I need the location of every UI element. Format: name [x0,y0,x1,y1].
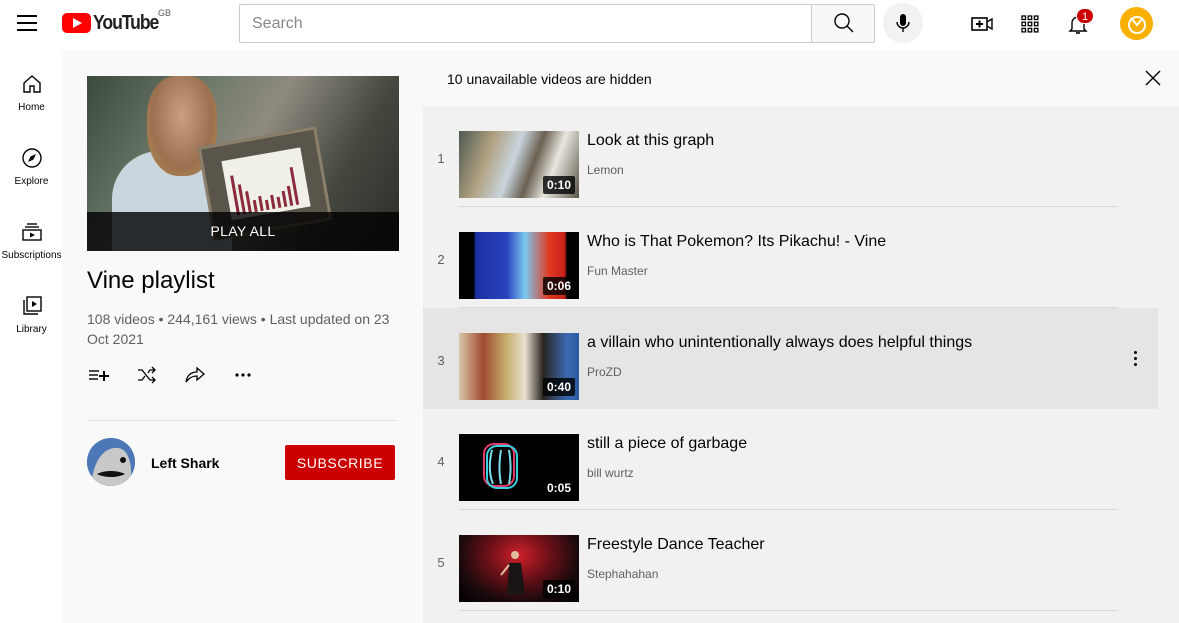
share-icon [185,366,205,383]
avatar-logo-icon [1127,15,1146,34]
video-thumbnail[interactable]: 0:06 [459,232,579,299]
create-video-button[interactable] [965,7,999,41]
guide-item-subscriptions[interactable]: Subscriptions [0,220,63,280]
notification-count-badge: 1 [1076,8,1094,24]
apps-button[interactable] [1013,7,1047,41]
create-video-icon [971,17,993,31]
playlist-video-list: 10 unavailable videos are hidden 1 0:10 … [423,50,1179,623]
guide-label: Home [18,102,45,113]
add-to-queue-button[interactable] [87,363,111,387]
owner-avatar[interactable] [87,438,135,486]
compass-icon [21,148,42,168]
more-horizontal-icon [235,373,251,377]
video-row[interactable]: 4 0:05 still a piece of garbage bill wur… [423,409,1158,510]
more-actions-button[interactable] [231,363,255,387]
guide-item-explore[interactable]: Explore [0,146,63,206]
apps-grid-icon [1021,15,1039,33]
video-index: 3 [437,353,445,368]
left-shark-avatar-icon [87,438,135,486]
video-title[interactable]: Who is That Pokemon? Its Pikachu! - Vine [587,233,886,251]
video-channel[interactable]: Stephahahan [587,567,658,581]
close-icon[interactable] [1143,68,1163,88]
video-thumbnail[interactable]: 0:10 [459,535,579,602]
video-duration: 0:10 [542,580,575,598]
video-list: 1 0:10 Look at this graph Lemon 2 0:06 W… [423,106,1179,611]
play-all-button[interactable]: PLAY ALL [87,212,399,251]
divider [87,420,397,421]
shuffle-icon [138,366,156,384]
video-index: 4 [437,454,445,469]
video-title[interactable]: a villain who unintentionally always doe… [587,334,972,352]
video-duration: 0:10 [542,176,575,194]
youtube-logo[interactable]: YouTube [62,11,167,35]
playlist-title: Vine playlist [87,267,215,294]
region-code: GB [158,8,172,18]
unavailable-notice: 10 unavailable videos are hidden [423,50,1179,106]
video-channel[interactable]: bill wurtz [587,466,634,480]
library-icon [22,296,42,315]
notice-text: 10 unavailable videos are hidden [447,71,652,87]
microphone-icon [896,14,910,32]
video-thumbnail[interactable]: 0:10 [459,131,579,198]
video-channel[interactable]: ProZD [587,365,622,379]
video-title[interactable]: Look at this graph [587,132,714,150]
guide-label: Library [16,324,47,335]
voice-search-button[interactable] [883,3,923,43]
video-duration: 0:40 [542,378,575,396]
video-thumbnail[interactable]: 0:05 [459,434,579,501]
playlist-add-icon [89,370,109,381]
shuffle-button[interactable] [135,363,159,387]
share-button[interactable] [183,363,207,387]
search-icon [834,13,854,33]
video-channel[interactable]: Lemon [587,163,624,177]
mini-guide: Home Explore Subscriptions Library [0,50,63,623]
video-row[interactable]: 3 0:40 a villain who unintentionally alw… [423,308,1158,409]
home-icon [22,75,41,93]
account-avatar[interactable] [1120,7,1153,40]
video-title[interactable]: still a piece of garbage [587,435,747,453]
video-row[interactable]: 1 0:10 Look at this graph Lemon [423,106,1158,207]
search-input[interactable] [240,5,812,42]
video-title[interactable]: Freestyle Dance Teacher [587,536,765,554]
video-index: 1 [437,151,445,166]
guide-item-library[interactable]: Library [0,294,63,354]
search-button[interactable] [811,4,875,43]
guide-label: Explore [14,176,49,187]
search-box [239,4,812,43]
guide-label: Subscriptions [1,250,62,261]
playlist-actions [87,363,279,391]
playlist-stats: 108 videos • 244,161 views • Last update… [87,311,390,347]
video-row[interactable]: 5 0:10 Freestyle Dance Teacher Stephahah… [423,510,1158,611]
masthead: YouTube GB 1 [0,0,1179,50]
video-duration: 0:05 [542,479,575,497]
guide-item-home[interactable]: Home [0,72,63,132]
youtube-play-icon [62,13,91,33]
subscriptions-icon [21,223,42,241]
video-row[interactable]: 2 0:06 Who is That Pokemon? Its Pikachu!… [423,207,1158,308]
subscribe-button[interactable]: SUBSCRIBE [285,445,395,480]
video-menu-button[interactable] [1123,346,1147,370]
playlist-sidebar: PLAY ALL Vine playlist 108 videos • 244,… [63,50,423,623]
playlist-thumbnail[interactable]: PLAY ALL [87,76,399,251]
video-index: 2 [437,252,445,267]
video-thumbnail[interactable]: 0:40 [459,333,579,400]
row-divider [459,610,1118,611]
video-duration: 0:06 [542,277,575,295]
video-index: 5 [437,555,445,570]
owner-name[interactable]: Left Shark [151,455,219,471]
menu-icon[interactable] [17,15,37,31]
video-channel[interactable]: Fun Master [587,264,648,278]
